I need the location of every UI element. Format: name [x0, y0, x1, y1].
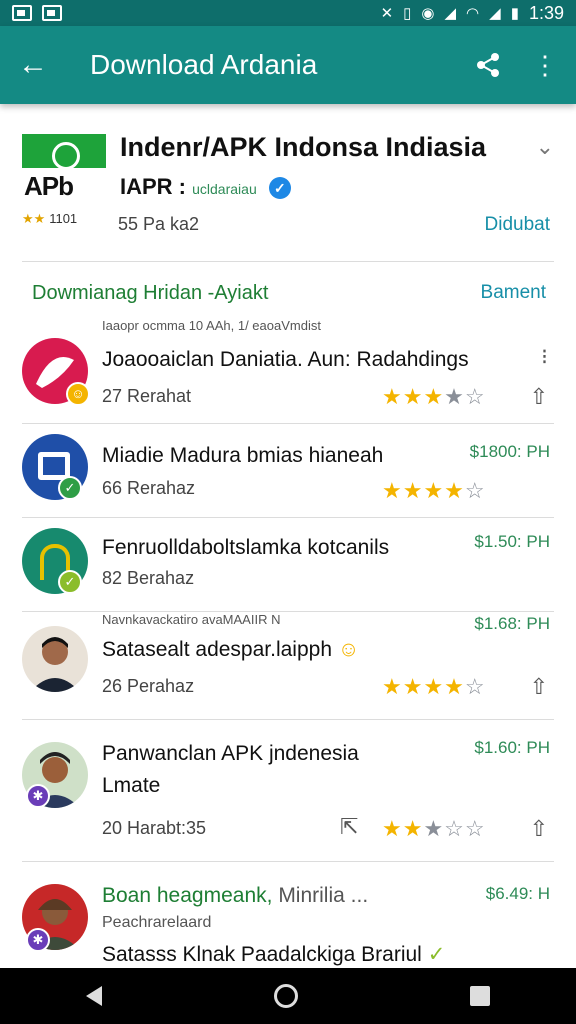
list-item[interactable]: Navnkavackatiro avaMAAIIR N Satasealt ad… [22, 612, 554, 720]
check-badge-icon: ✓ [427, 943, 446, 966]
share-icon[interactable] [474, 51, 502, 79]
more-options-icon[interactable]: ⋮ [532, 50, 558, 81]
image-notification-icon [42, 5, 62, 21]
notification-icon [12, 5, 32, 21]
item-subtitle: 20 Harabt:35 [102, 818, 207, 838]
vibrate-icon: ▯ [403, 4, 412, 22]
item-price: $6.49: H [485, 884, 550, 903]
item-title: Miadie Madura bmias hianeah [102, 444, 384, 467]
item-subtitle: 26 Perahaz [102, 676, 195, 696]
item-subtitle: 82 Berahaz [102, 568, 195, 588]
list-item[interactable]: ✱ Panwanclan APK jndenesia Lmate 20 Hara… [22, 720, 554, 862]
app-title: Indenr/APK Indonsa Indiasia [120, 132, 487, 162]
more-options-icon[interactable]: ⁝ [541, 344, 548, 370]
nav-recents-icon[interactable] [470, 986, 490, 1006]
signal-icon: ◢ [444, 4, 457, 22]
emoji-badge-icon: ☺ [66, 382, 90, 406]
chevron-down-icon[interactable]: ⌄ [536, 134, 554, 160]
item-note: Navnkavackatiro avaMAAIIR N [102, 612, 281, 627]
item-title-line-2: Satasss Klnak Paadalckiga Brariul ✓ [102, 943, 446, 966]
avatar [22, 626, 88, 692]
nav-home-icon[interactable] [274, 984, 298, 1008]
star-rating: ★★★★☆ [382, 384, 486, 409]
check-badge-icon: ✓ [58, 476, 82, 500]
item-price: $1800: PH [469, 442, 550, 461]
item-subtitle: 27 Rerahat [102, 386, 192, 406]
item-subtitle: Peachrarelaard [102, 914, 212, 931]
data-saver-icon: ◉ [421, 4, 435, 22]
back-arrow-icon[interactable]: ← [18, 48, 54, 82]
item-title: Satasealt adespar.laipph ☺ [102, 638, 360, 661]
app-installs: 55 Pa ka2 [118, 214, 200, 234]
list-item[interactable]: ✱ Boan heagmeank, Minrilia ... Peachrare… [22, 862, 554, 968]
app-card[interactable]: APb ★★ 1101 Indenr/APK Indonsa Indiasia … [22, 128, 554, 262]
wifi-icon: ◠ [466, 4, 480, 22]
app-badge-icon: ✱ [26, 928, 50, 952]
item-price: $1.68: PH [474, 614, 550, 633]
item-price: $1.60: PH [474, 738, 550, 757]
item-title: Fenruolldaboltslamka kotcanils [102, 536, 390, 559]
item-subtitle: 66 Rerahaz [102, 478, 196, 498]
developer-tag: ucldaraiau [192, 181, 257, 197]
list-item[interactable]: ☺ Joaooaiclan Daniatia. Aun: Radahdings … [22, 330, 554, 424]
item-title: Panwanclan APK jndenesia [102, 742, 359, 765]
app-logo: APb [22, 134, 106, 204]
nav-back-icon[interactable] [86, 986, 102, 1006]
signal-2-icon: ◢ [489, 4, 501, 22]
download-button[interactable]: Didubat [485, 214, 551, 236]
upload-icon[interactable]: ⇧ [530, 384, 548, 410]
star-rating: ★★★☆☆ [382, 816, 486, 841]
page-title: Download Ardania [90, 49, 318, 80]
upload-icon[interactable]: ⇧ [530, 816, 548, 842]
upload-icon[interactable]: ⇧ [530, 674, 548, 700]
status-bar: ✕ ▯ ◉ ◢ ◠ ◢ ▮ 1:39 [0, 0, 576, 26]
list-item[interactable]: ✓ Miadie Madura bmias hianeah 66 Rerahaz… [22, 424, 554, 518]
item-title-line-2: Lmate [102, 774, 161, 797]
bluetooth-off-icon: ✕ [380, 4, 394, 22]
item-price: $1.50: PH [474, 532, 550, 551]
section-header: Dowmianag Hridan -Ayiakt Bament [32, 282, 546, 305]
emoji-icon: ☺ [337, 638, 360, 661]
app-mini-rating: ★★ 1101 [22, 211, 78, 226]
item-title: Joaooaiclan Daniatia. Aun: Radahdings [102, 348, 469, 371]
star-rating: ★★★★☆ [382, 478, 486, 503]
list-item[interactable]: ✓ Fenruolldaboltslamka kotcanils 82 Bera… [22, 518, 554, 612]
navigation-bar [0, 968, 576, 1024]
app-bar: ← Download Ardania ⋮ [0, 26, 576, 104]
check-badge-icon: ✓ [58, 570, 82, 594]
share-outline-icon[interactable]: ⇱ [340, 814, 358, 840]
verified-icon: ✓ [268, 177, 291, 200]
clock: 1:39 [528, 2, 564, 23]
app-developer: IAPR : ucldaraiau ✓ [120, 174, 291, 200]
battery-icon: ▮ [510, 4, 519, 22]
item-title: Boan heagmeank, Minrilia ... [102, 884, 369, 907]
section-link[interactable]: Bament [481, 282, 546, 305]
star-rating: ★★★★☆ [382, 674, 486, 699]
app-badge-icon: ✱ [26, 784, 50, 808]
section-title: Dowmianag Hridan -Ayiakt [32, 282, 269, 304]
